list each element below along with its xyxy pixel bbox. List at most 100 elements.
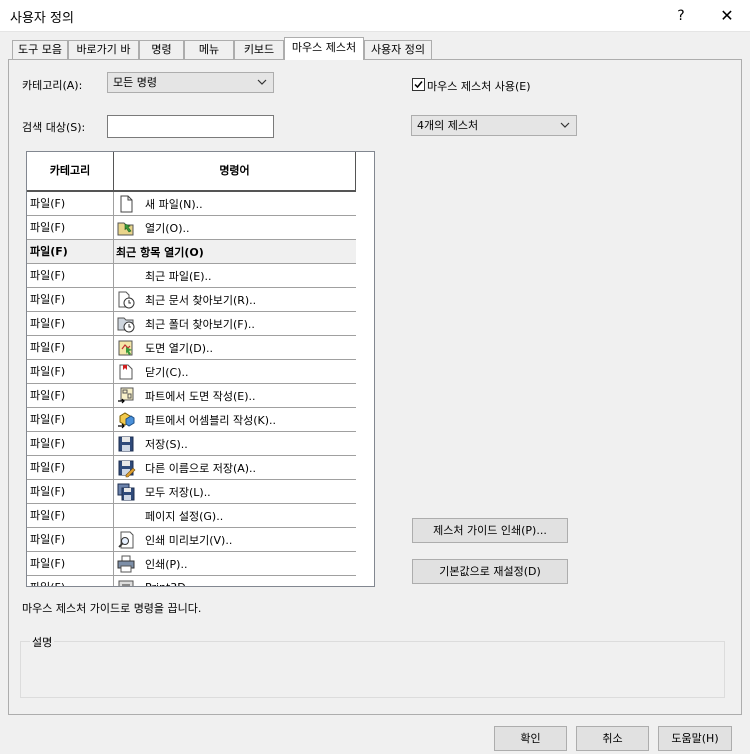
close-button[interactable]: ✕ — [710, 4, 744, 28]
table-row[interactable]: 파일(F) 페이지 설정(G).. — [27, 504, 356, 528]
table-row[interactable]: 파일(F) 저장(S).. — [27, 432, 356, 456]
tab-menus[interactable]: 메뉴 — [184, 40, 234, 59]
cell-category: 파일(F) — [27, 432, 114, 455]
table-row[interactable]: 파일(F) 파트에서 도면 작성(E).. — [27, 384, 356, 408]
command-label: Print3D.. — [145, 581, 193, 586]
table-row[interactable]: 파일(F) 닫기(C).. — [27, 360, 356, 384]
cell-command: 최근 폴더 찾아보기(F).. — [114, 312, 356, 335]
help-title-button[interactable]: ? — [666, 4, 696, 28]
table-row[interactable]: 파일(F) 도면 열기(D).. — [27, 336, 356, 360]
table-row[interactable]: 파일(F) 열기(O).. — [27, 216, 356, 240]
chevron-down-icon — [560, 116, 570, 142]
cell-command: 인쇄 미리보기(V).. — [114, 528, 356, 551]
table-row[interactable]: 파일(F) 최근 폴더 찾아보기(F).. — [27, 312, 356, 336]
cell-category: 파일(F) — [27, 384, 114, 407]
save-icon — [116, 434, 136, 454]
enable-gestures-checkbox[interactable] — [412, 78, 425, 91]
table-row[interactable]: 파일(F) 최근 문서 찾아보기(R).. — [27, 288, 356, 312]
cell-command: 파트에서 도면 작성(E).. — [114, 384, 356, 407]
cell-command: Print3D.. — [114, 576, 356, 586]
cell-command: 새 파일(N).. — [114, 192, 356, 215]
command-label: 파트에서 어셈블리 작성(K).. — [145, 413, 276, 427]
hint-text: 마우스 제스처 가이드로 명령을 끕니다. — [22, 602, 202, 615]
cell-category: 파일(F) — [27, 504, 114, 527]
description-text — [21, 642, 724, 662]
category-value: 모든 명령 — [113, 76, 157, 89]
cell-command: 다른 이름으로 저장(A).. — [114, 456, 356, 479]
search-label: 검색 대상(S): — [22, 121, 86, 134]
gesture-count-value: 4개의 제스처 — [417, 119, 479, 132]
command-label: 닫기(C).. — [145, 365, 189, 379]
search-input[interactable] — [107, 115, 274, 138]
command-label: 다른 이름으로 저장(A).. — [145, 461, 257, 475]
help-button[interactable]: 도움말(H) — [658, 726, 732, 751]
cell-command: 최근 문서 찾아보기(R).. — [114, 288, 356, 311]
command-label: 최근 문서 찾아보기(R).. — [145, 293, 257, 307]
cell-category: 파일(F) — [27, 192, 114, 215]
print-icon — [116, 554, 136, 574]
column-header-category[interactable]: 카테고리 — [27, 152, 114, 190]
command-grid[interactable]: 카테고리 명령어 파일(F) 새 파일(N).. 파일(F) 열기(O).. 파일(F)… — [26, 151, 375, 587]
cell-command: 최근 파일(E).. — [114, 264, 356, 287]
command-label: 저장(S).. — [145, 437, 188, 451]
command-label: 열기(O).. — [145, 221, 190, 235]
new-file-icon — [116, 194, 136, 214]
cell-command: 파트에서 어셈블리 작성(K).. — [114, 408, 356, 431]
command-label: 파트에서 도면 작성(E).. — [145, 389, 256, 403]
category-dropdown[interactable]: 모든 명령 — [107, 72, 274, 93]
table-row[interactable]: 파일(F) 인쇄(P).. — [27, 552, 356, 576]
print-gesture-guide-button[interactable]: 제스처 가이드 인쇄(P)... — [412, 518, 568, 543]
category-label: 카테고리(A): — [22, 79, 83, 92]
table-row[interactable]: 파일(F) Print3D.. — [27, 576, 356, 586]
tab-shortcut-bars[interactable]: 바로가기 바 — [68, 40, 139, 59]
cell-command: 도면 열기(D).. — [114, 336, 356, 359]
description-group — [20, 641, 725, 698]
table-row[interactable]: 파일(F) 다른 이름으로 저장(A).. — [27, 456, 356, 480]
cell-command: 최근 항목 열기(O) — [114, 240, 356, 263]
command-label: 페이지 설정(G).. — [145, 509, 224, 523]
grid-header: 카테고리 명령어 — [27, 152, 356, 192]
cell-command: 저장(S).. — [114, 432, 356, 455]
save-all-icon — [116, 482, 136, 502]
command-label: 인쇄(P).. — [145, 557, 188, 571]
cell-category: 파일(F) — [27, 456, 114, 479]
cell-command: 열기(O).. — [114, 216, 356, 239]
table-row[interactable]: 파일(F) 모두 저장(L).. — [27, 480, 356, 504]
recent-document-icon — [116, 290, 136, 310]
chevron-down-icon — [257, 73, 267, 99]
print-preview-icon — [116, 530, 136, 550]
print3d-icon — [116, 578, 136, 586]
group-row[interactable]: 파일(F) 최근 항목 열기(O) — [27, 240, 356, 264]
close-document-icon — [116, 362, 136, 382]
table-row[interactable]: 파일(F) 최근 파일(E).. — [27, 264, 356, 288]
column-header-command[interactable]: 명령어 — [114, 152, 356, 190]
command-label: 새 파일(N).. — [145, 197, 203, 211]
open-drawing-icon — [116, 338, 136, 358]
table-row[interactable]: 파일(F) 새 파일(N).. — [27, 192, 356, 216]
cell-category: 파일(F) — [27, 552, 114, 575]
title-bar — [0, 0, 750, 32]
table-row[interactable]: 파일(F) 파트에서 어셈블리 작성(K).. — [27, 408, 356, 432]
tab-keyboard[interactable]: 키보드 — [234, 40, 284, 59]
cell-category: 파일(F) — [27, 240, 114, 263]
command-label: 최근 폴더 찾아보기(F).. — [145, 317, 255, 331]
command-label: 모두 저장(L).. — [145, 485, 211, 499]
cell-category: 파일(F) — [27, 576, 114, 586]
cell-category: 파일(F) — [27, 216, 114, 239]
cell-command: 모두 저장(L).. — [114, 480, 356, 503]
tab-customization[interactable]: 사용자 정의 — [364, 40, 432, 59]
cell-command: 페이지 설정(G).. — [114, 504, 356, 527]
command-label: 최근 항목 열기(O) — [116, 245, 204, 259]
cancel-button[interactable]: 취소 — [576, 726, 649, 751]
reset-defaults-button[interactable]: 기본값으로 재설정(D) — [412, 559, 568, 584]
enable-gestures-label: 마우스 제스처 사용(E) — [427, 80, 531, 93]
window-title: 사용자 정의 — [10, 11, 74, 26]
tab-mouse-gestures[interactable]: 마우스 제스처 — [284, 37, 364, 60]
recent-folder-icon — [116, 314, 136, 334]
table-row[interactable]: 파일(F) 인쇄 미리보기(V).. — [27, 528, 356, 552]
tab-commands[interactable]: 명령 — [139, 40, 184, 59]
ok-button[interactable]: 확인 — [494, 726, 567, 751]
make-assembly-icon — [116, 410, 136, 430]
gesture-count-dropdown[interactable]: 4개의 제스처 — [411, 115, 577, 136]
tab-toolbars[interactable]: 도구 모음 — [12, 40, 68, 59]
